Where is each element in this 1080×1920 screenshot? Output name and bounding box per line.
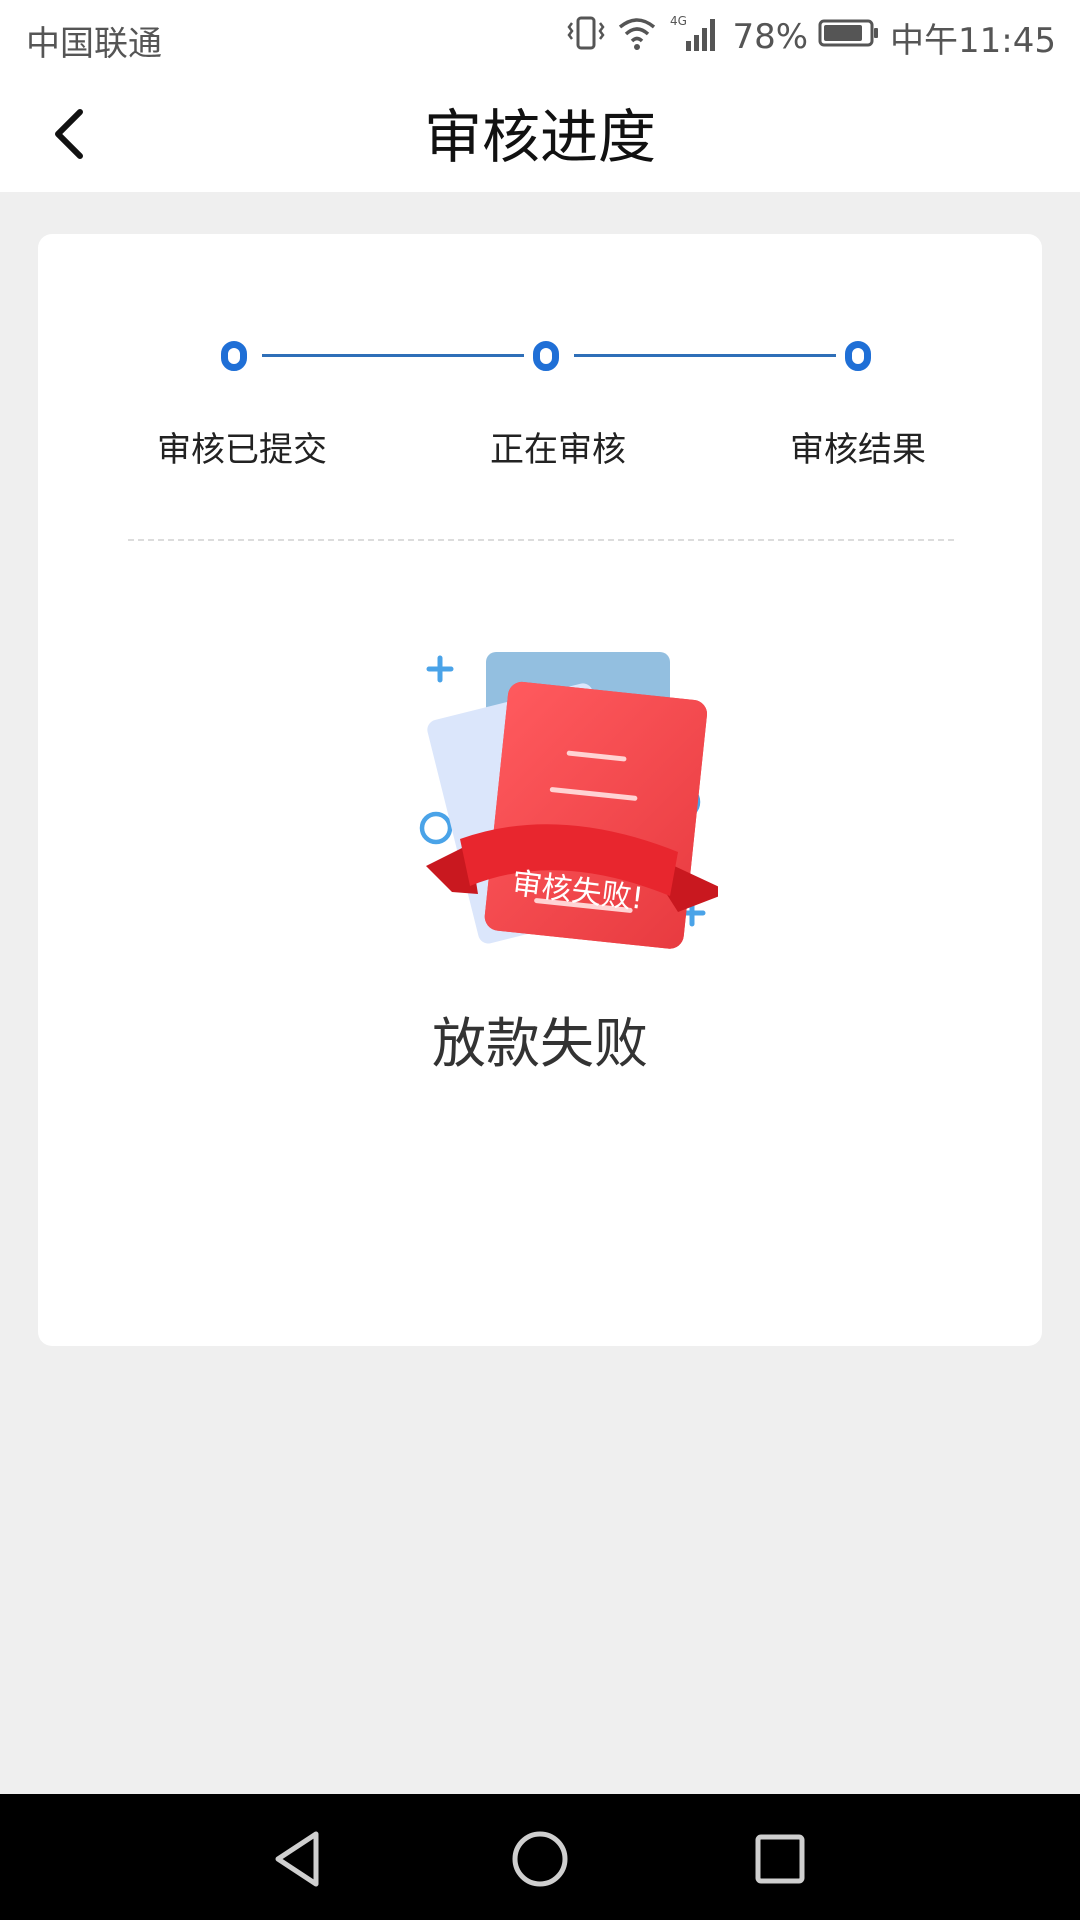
progress-card: 审核已提交 正在审核 审核结果 审核失败! 放款失败	[38, 234, 1042, 1346]
dashed-divider	[128, 539, 954, 541]
network-type-label: 4G	[670, 14, 687, 28]
step-line-1	[262, 354, 524, 357]
signal-icon: 4G	[668, 13, 722, 62]
recents-square-icon	[755, 1834, 805, 1884]
battery-percent: 78%	[732, 17, 809, 57]
step-label-submitted: 审核已提交	[157, 430, 327, 470]
status-icons: 4G 78% 中午11:45	[556, 12, 1056, 62]
plus-icon	[426, 655, 454, 683]
carrier-name: 中国联通	[26, 24, 162, 64]
home-circle-icon	[512, 1831, 568, 1887]
step-dot-submitted	[221, 341, 247, 371]
ring-icon	[419, 811, 453, 845]
nav-back-button[interactable]	[264, 1824, 334, 1894]
page-title: 审核进度	[423, 103, 656, 171]
nav-home-button[interactable]	[505, 1824, 575, 1894]
progress-stepper: 审核已提交 正在审核 审核结果	[38, 234, 1042, 494]
back-triangle-icon	[275, 1831, 319, 1887]
vibrate-icon	[566, 15, 606, 60]
step-label-reviewing: 正在审核	[490, 430, 626, 470]
status-bar: 中国联通 4G 78% 中午11:45	[0, 0, 1080, 76]
wifi-icon	[616, 15, 658, 60]
battery-icon	[818, 17, 880, 57]
app-header: 审核进度	[0, 76, 1080, 192]
step-label-result: 审核结果	[790, 430, 926, 470]
clock: 中午11:45	[890, 20, 1056, 61]
result-message: 放款失败	[432, 1012, 648, 1075]
step-dot-result	[845, 341, 871, 371]
review-failed-illustration: 审核失败!	[378, 644, 730, 974]
nav-recents-button[interactable]	[745, 1824, 815, 1894]
step-line-2	[574, 354, 836, 357]
system-nav-bar	[0, 1794, 1080, 1920]
step-dot-reviewing	[533, 341, 559, 371]
